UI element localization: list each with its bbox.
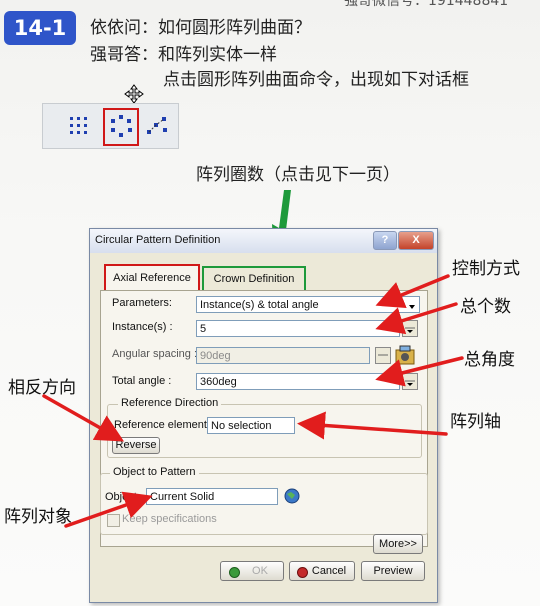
angular-spacing-label: Angular spacing : <box>112 348 197 360</box>
annotation-reverse-direction: 相反方向 <box>8 378 76 398</box>
answer-line-1: 强哥答：和阵列实体一样 <box>90 45 277 65</box>
ok-button[interactable]: OK <box>220 561 284 581</box>
close-button[interactable]: X <box>398 231 434 250</box>
object-to-pattern-title: Object to Pattern <box>110 466 199 478</box>
keep-specifications-label: Keep specifications <box>122 513 217 525</box>
dialog-titlebar: Circular Pattern Definition ? X <box>90 229 437 253</box>
annotation-pattern-axis: 阵列轴 <box>450 412 501 432</box>
section-badge: 14-1 <box>4 11 76 45</box>
parameters-select[interactable]: Instance(s) & total angle <box>196 296 420 313</box>
tab-axial-reference[interactable]: Axial Reference <box>104 264 200 291</box>
globe-icon[interactable] <box>283 487 301 505</box>
wechat-id: 强哥微信号：191448841 <box>344 0 509 9</box>
user-pattern-icon[interactable] <box>143 112 171 140</box>
cancel-label: Cancel <box>311 565 347 577</box>
reverse-button[interactable]: Reverse <box>112 437 160 454</box>
instances-spinner[interactable] <box>402 320 418 337</box>
ok-label: OK <box>252 565 268 577</box>
circular-pattern-highlight <box>103 108 139 146</box>
annotation-control-mode: 控制方式 <box>452 259 520 279</box>
reference-element-label: Reference element: <box>114 419 210 431</box>
annotation-total-angle: 总角度 <box>464 350 515 370</box>
rectangular-pattern-icon[interactable] <box>65 112 93 140</box>
reference-element-input[interactable]: No selection <box>207 417 295 434</box>
answer-line-2: 点击圆形阵列曲面命令，出现如下对话框 <box>163 70 469 90</box>
chevron-down-icon[interactable] <box>406 298 418 311</box>
annotation-pattern-object: 阵列对象 <box>4 507 72 527</box>
tab-crown-definition[interactable]: Crown Definition <box>202 266 306 293</box>
pattern-rings-caption: 阵列圈数（点击见下一页） <box>196 165 400 185</box>
object-label: Object: <box>105 491 140 503</box>
total-angle-spinner[interactable] <box>402 373 418 390</box>
pattern-toolbar <box>42 103 179 149</box>
circular-pattern-dialog: Circular Pattern Definition ? X Axial Re… <box>89 228 438 603</box>
dialog-title: Circular Pattern Definition <box>95 234 221 246</box>
parameters-label: Parameters: <box>112 297 172 309</box>
total-angle-input[interactable]: 360deg <box>196 373 400 390</box>
cancel-button[interactable]: Cancel <box>289 561 355 581</box>
annotation-total-count: 总个数 <box>460 297 511 317</box>
instances-input[interactable]: 5 <box>196 320 400 337</box>
question-text: 依依问：如何圆形阵列曲面？ <box>90 18 311 38</box>
red-dot-icon <box>297 567 308 578</box>
more-button[interactable]: More>> <box>373 534 423 554</box>
green-dot-icon <box>229 567 240 578</box>
keep-specifications-checkbox <box>107 514 120 527</box>
reference-direction-title: Reference Direction <box>118 397 222 409</box>
help-button[interactable]: ? <box>373 231 397 250</box>
angular-spacing-spinner <box>375 347 391 364</box>
measure-icon[interactable] <box>394 344 418 366</box>
instances-label: Instance(s) : <box>112 321 173 333</box>
preview-button[interactable]: Preview <box>361 561 425 581</box>
total-angle-label: Total angle : <box>112 375 172 387</box>
angular-spacing-input: 90deg <box>196 347 370 364</box>
object-input[interactable]: Current Solid <box>146 488 278 505</box>
